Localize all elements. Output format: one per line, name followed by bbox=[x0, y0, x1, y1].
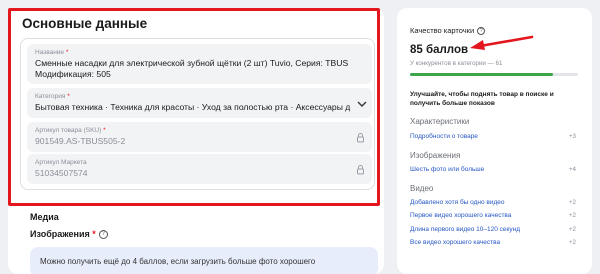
tip-points: +2 bbox=[568, 226, 576, 233]
group-title-video: Видео bbox=[410, 184, 434, 193]
tip-link[interactable]: Шесть фото или больше bbox=[410, 166, 484, 173]
tip-link[interactable]: Добавлено хотя бы одно видео bbox=[410, 199, 505, 206]
tip-points: +2 bbox=[568, 212, 576, 219]
quality-advice: Улучшайте, чтобы поднять товар в поиске … bbox=[410, 91, 554, 107]
tip-points: +2 bbox=[568, 239, 576, 246]
tip-points: +3 bbox=[568, 133, 576, 140]
competitors-score: У конкурентов в категории — 61 bbox=[410, 60, 503, 67]
quality-score: 85 баллов bbox=[410, 44, 469, 56]
quality-progress-bar bbox=[410, 73, 578, 76]
media-title: Медиа bbox=[30, 212, 59, 222]
images-hint-banner: Можно получить ещё до 4 баллов, если заг… bbox=[30, 247, 378, 274]
images-hint-text: Можно получить ещё до 4 баллов, если заг… bbox=[40, 257, 316, 266]
annotation-highlight-frame bbox=[8, 8, 380, 206]
quality-progress-fill bbox=[410, 73, 553, 76]
annotation-arrow bbox=[470, 35, 534, 50]
group-title-characteristics: Характеристики bbox=[410, 117, 470, 126]
tip-points: +2 bbox=[568, 199, 576, 206]
tip-link[interactable]: Длина первого видео 10–120 секунд bbox=[410, 226, 520, 233]
help-icon[interactable]: ? bbox=[98, 230, 108, 240]
images-title: Изображения *? bbox=[30, 229, 108, 240]
tip-points: +4 bbox=[568, 166, 576, 173]
group-title-images: Изображения bbox=[410, 151, 461, 160]
tip-link[interactable]: Все видео хорошего качества bbox=[410, 239, 500, 246]
tip-link[interactable]: Подробности о товаре bbox=[410, 133, 478, 140]
tip-link[interactable]: Первое видео хорошего качества bbox=[410, 212, 511, 219]
